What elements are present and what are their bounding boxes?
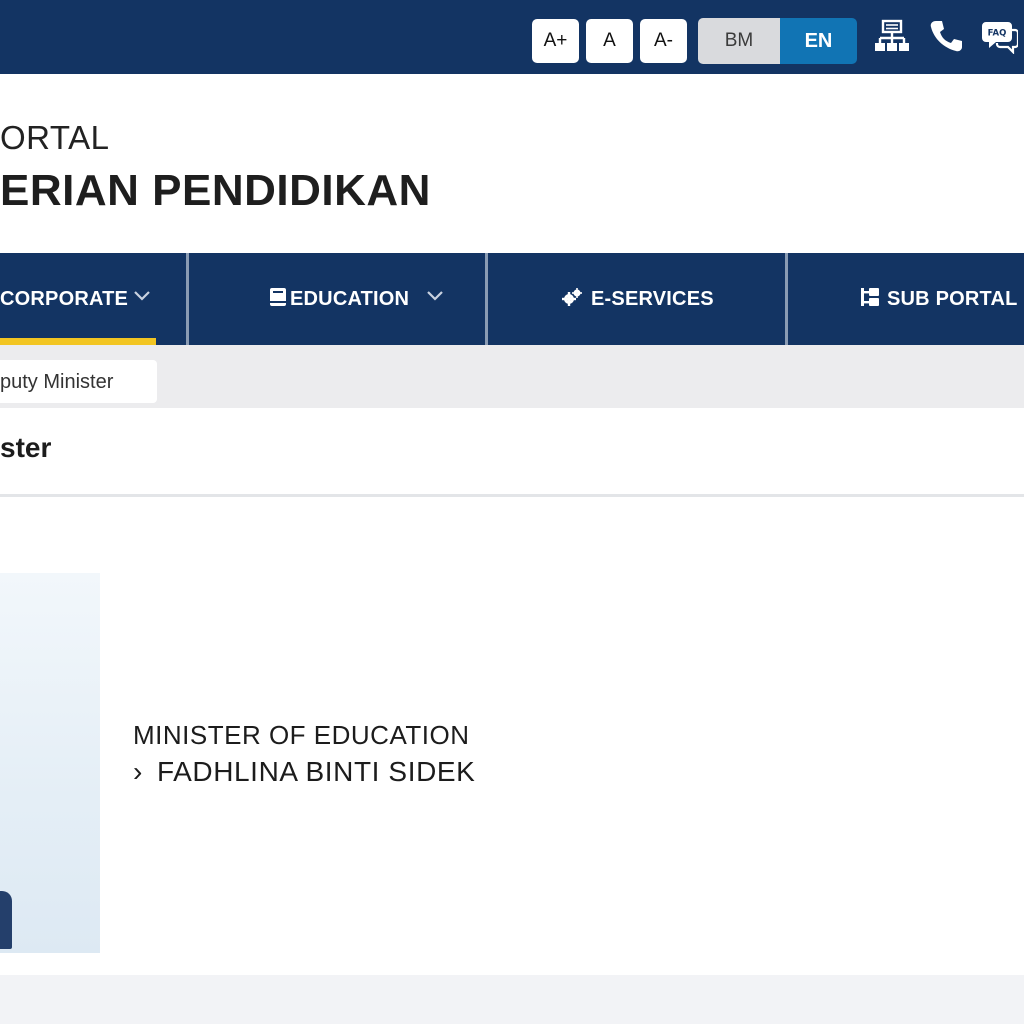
page-title: ster: [0, 432, 52, 463]
portal-label[interactable]: ORTAL: [0, 119, 109, 157]
nav-item-label: EDUCATION: [290, 288, 410, 310]
nav-item-label: SUB PORTAL: [887, 288, 1018, 310]
faq-badge-text: FAQ: [988, 29, 1007, 39]
top-utility-bar: A+ A A- BM EN FAQ: [0, 0, 1024, 74]
breadcrumb-label: puty Minister: [0, 371, 114, 393]
page-title-area: ster: [0, 408, 1024, 494]
bottom-strip: [0, 975, 1024, 1024]
font-increase-button[interactable]: A+: [532, 19, 579, 63]
font-decrease-button[interactable]: A-: [640, 19, 687, 63]
nav-item-education[interactable]: EDUCATION: [189, 253, 485, 345]
language-bm-button[interactable]: BM: [698, 18, 780, 64]
tree-icon: [860, 287, 880, 307]
minister-role: MINISTER OF EDUCATION: [133, 720, 470, 750]
minister-photo: [0, 573, 100, 953]
nav-item-e-services[interactable]: E-SERVICES: [488, 253, 785, 345]
nav-item-sub-portal[interactable]: SUB PORTAL: [788, 253, 1024, 345]
chevron-right-icon: ›: [133, 756, 143, 787]
gears-icon: [562, 287, 582, 307]
minister-figure: [0, 891, 12, 949]
book-icon: [268, 287, 288, 307]
ministry-name[interactable]: ERIAN PENDIDIKAN: [0, 166, 431, 216]
main-navigation: CORPORATE EDUCATION E-SERVICES SUB PORTA…: [0, 253, 1024, 345]
nav-item-label: CORPORATE: [0, 288, 129, 310]
faq-icon[interactable]: FAQ: [982, 18, 1018, 54]
language-en-button[interactable]: EN: [780, 18, 857, 64]
minister-name-link[interactable]: › FADHLINA BINTI SIDEK: [133, 756, 475, 788]
minister-name: FADHLINA BINTI SIDEK: [156, 756, 476, 787]
breadcrumb-current: puty Minister: [0, 360, 157, 403]
breadcrumb: puty Minister: [0, 345, 1024, 408]
chevron-down-icon: [133, 289, 151, 303]
minister-card: MINISTER OF EDUCATION › FADHLINA BINTI SI…: [0, 497, 1024, 975]
site-brand-header: ORTAL ERIAN PENDIDIKAN: [0, 74, 1024, 253]
chevron-down-icon: [426, 289, 444, 303]
active-nav-indicator: [0, 338, 156, 345]
nav-item-corporate[interactable]: CORPORATE: [0, 253, 186, 345]
font-default-button[interactable]: A: [586, 19, 633, 63]
nav-item-label: E-SERVICES: [591, 288, 714, 310]
sitemap-icon[interactable]: [874, 18, 910, 54]
phone-icon[interactable]: [928, 18, 964, 54]
